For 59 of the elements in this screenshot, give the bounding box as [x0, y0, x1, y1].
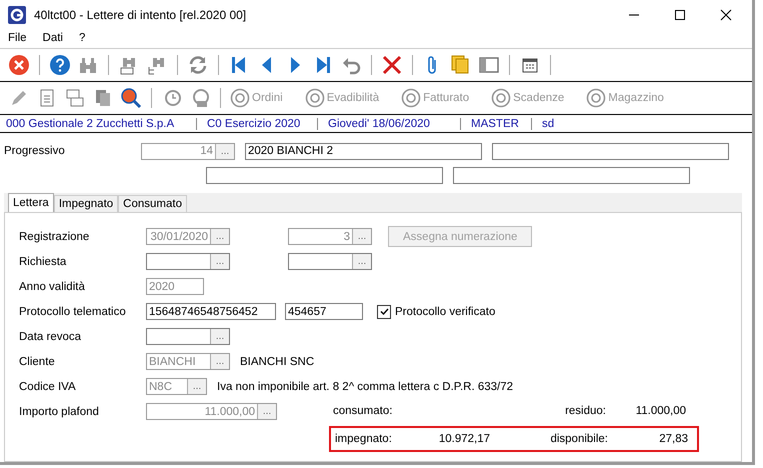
field-label: Anno validità — [19, 280, 86, 292]
status-text: 000 Gestionale 2 Zucchetti S.p.A — [0, 118, 197, 130]
exit-icon[interactable] — [8, 54, 30, 76]
checkbox-label: Protocollo verificato — [395, 306, 496, 318]
input-field[interactable] — [206, 166, 443, 184]
tab[interactable]: Consumato — [118, 195, 187, 212]
circle-target-icon — [491, 88, 512, 108]
field-label: Progressivo — [4, 145, 66, 157]
window-title: 40ltct00 - Lettere di intento [rel.2020 00] — [34, 8, 248, 22]
total-value: 27,83 — [658, 433, 688, 445]
status-text: sd — [541, 118, 556, 130]
input-field[interactable] — [492, 142, 729, 160]
customer-name: BIANCHI SNC — [240, 356, 314, 368]
circle-target-icon — [586, 88, 606, 108]
menu-item[interactable]: Dati — [42, 32, 63, 44]
documents-icon[interactable] — [64, 87, 86, 109]
total-value: 11.000,00 — [634, 405, 686, 417]
protocol-field[interactable]: 454657 — [285, 303, 363, 320]
status-text: MASTER — [465, 118, 532, 130]
input-field[interactable] — [453, 166, 690, 184]
total-label: disponibile: — [549, 433, 609, 445]
total-label: impegnato: — [335, 433, 393, 445]
checkbox[interactable] — [377, 304, 391, 318]
protocol-field[interactable]: 15648746548756452 — [146, 303, 276, 320]
app-logo-icon — [8, 6, 26, 24]
field-label: Registrazione — [19, 230, 90, 242]
menu-item[interactable]: ? — [78, 32, 86, 44]
magnifier-icon[interactable] — [120, 87, 142, 109]
lookup-button[interactable]: ... — [352, 254, 371, 269]
refresh-icon[interactable] — [187, 54, 209, 76]
close-icon[interactable] — [720, 9, 732, 21]
checkmark-icon — [378, 306, 390, 317]
help-icon[interactable] — [49, 54, 71, 76]
status-text: C0 Esercizio 2020 — [201, 118, 318, 130]
field-label: Protocollo telematico — [19, 306, 127, 318]
field-label: Data revoca — [19, 330, 82, 342]
date-field[interactable]: ... — [146, 253, 230, 270]
field-label: Importo plafond — [19, 406, 100, 418]
lookup-button[interactable]: ... — [210, 254, 229, 269]
field-label: Richiesta — [19, 256, 68, 268]
status-text: Giovedi' 18/06/2020 — [322, 118, 461, 130]
field-label: Codice IVA — [19, 380, 77, 392]
field-label: Cliente — [19, 356, 56, 368]
total-label: consumato: — [333, 405, 394, 417]
menu-item[interactable]: File — [8, 32, 27, 44]
delete-icon[interactable] — [381, 54, 403, 76]
total-value: 10.972,17 — [438, 433, 490, 445]
vat-description: Iva non imponibile art. 8 2^ comma lettera c D.P.R. 633/72 — [217, 380, 514, 392]
number-field[interactable]: ... — [288, 253, 372, 270]
circle-target-icon — [401, 88, 422, 108]
circle-target-icon — [304, 88, 325, 108]
tab[interactable]: Impegnato — [54, 195, 118, 212]
lookup-button[interactable]: ... — [210, 329, 229, 344]
tab[interactable]: Lettera — [8, 193, 54, 212]
description-field[interactable]: 2020 BIANCHI 2 — [245, 142, 482, 160]
circle-target-icon — [230, 88, 250, 108]
date-field[interactable]: ... — [146, 328, 230, 345]
maximize-icon[interactable] — [674, 9, 686, 21]
total-label: residuo: — [564, 405, 607, 417]
